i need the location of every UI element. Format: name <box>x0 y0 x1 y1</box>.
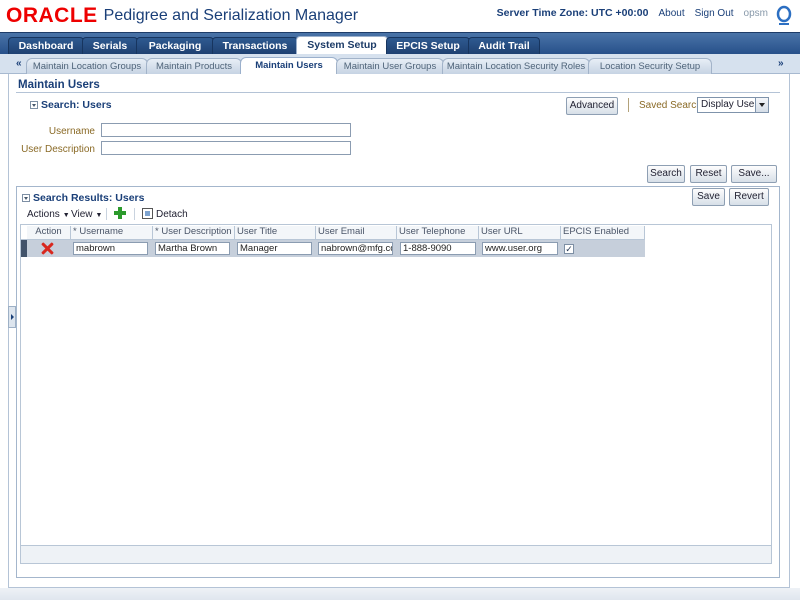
user-description-input[interactable] <box>101 141 351 155</box>
results-table <box>20 224 772 546</box>
add-plus-icon[interactable] <box>114 207 126 219</box>
divider <box>628 98 629 112</box>
search-button[interactable]: Search <box>647 165 685 183</box>
view-menu-label: View <box>71 209 93 220</box>
toolbar-divider <box>106 208 107 220</box>
results-header-label: Search Results: Users <box>33 192 145 204</box>
tab-system-setup[interactable]: System Setup <box>296 36 388 55</box>
advanced-button-label: Advanced <box>569 100 615 111</box>
disclosure-triangle-icon[interactable] <box>22 194 30 202</box>
subtab-maintain-location-security-roles[interactable]: Maintain Location Security Roles <box>442 58 590 74</box>
tab-serials[interactable]: Serials <box>82 37 138 55</box>
search-header-label: Search: Users <box>41 99 112 111</box>
user-description-label: User Description <box>21 144 95 155</box>
page-bottom <box>0 588 800 600</box>
chevron-down-icon: ▼ <box>62 212 70 219</box>
app-title: Pedigree and Serialization Manager <box>103 7 359 24</box>
expand-panel-handle[interactable] <box>8 306 16 328</box>
column-header-user-description[interactable]: * User Description <box>153 226 235 239</box>
oracle-o-icon <box>776 5 792 25</box>
username-cell-input[interactable] <box>73 242 148 255</box>
user-url-cell-input[interactable] <box>482 242 558 255</box>
username-label: Username <box>48 126 95 137</box>
actions-menu[interactable]: Actions ▼ <box>27 209 70 220</box>
main-tab-bar: Dashboard Serials Packaging Transactions… <box>0 32 800 55</box>
subtab-maintain-users[interactable]: Maintain Users <box>240 57 338 74</box>
user-email-cell-input[interactable] <box>318 242 393 255</box>
user-name: opsm <box>743 7 768 19</box>
column-header-epcis-enabled[interactable]: EPCIS Enabled <box>561 226 645 239</box>
about-link[interactable]: About <box>658 8 684 19</box>
column-header-username[interactable]: * Username <box>71 226 153 239</box>
epcis-enabled-checkbox[interactable]: ✓ <box>564 244 574 254</box>
search-header[interactable]: Search: Users <box>30 99 112 111</box>
subtab-maintain-location-groups[interactable]: Maintain Location Groups <box>26 58 148 74</box>
row-selector[interactable] <box>21 240 27 257</box>
page-title: Maintain Users <box>18 79 100 91</box>
column-header-user-title[interactable]: User Title <box>235 226 316 239</box>
oracle-logo: ORACLE Pedigree and Serialization Manage… <box>6 4 359 27</box>
delete-x-icon[interactable] <box>41 242 54 255</box>
save-button[interactable]: Save <box>692 188 725 206</box>
chevron-down-icon[interactable] <box>755 98 768 112</box>
results-header[interactable]: Search Results: Users <box>22 192 144 204</box>
saved-search-label: Saved Search <box>639 100 702 111</box>
revert-button[interactable]: Revert <box>729 188 769 206</box>
saved-search-value: Display Users <box>701 99 763 110</box>
tab-transactions[interactable]: Transactions <box>212 37 298 55</box>
tab-packaging[interactable]: Packaging <box>136 37 214 55</box>
tab-dashboard[interactable]: Dashboard <box>8 37 84 55</box>
column-header-user-url[interactable]: User URL <box>479 226 561 239</box>
server-time-zone: Server Time Zone: UTC +00:00 <box>496 7 649 19</box>
column-header-user-telephone[interactable]: User Telephone <box>397 226 479 239</box>
detach-icon[interactable] <box>142 208 153 219</box>
user-title-cell-input[interactable] <box>237 242 312 255</box>
save-search-button[interactable]: Save... <box>731 165 777 183</box>
view-menu[interactable]: View ▼ <box>71 209 102 220</box>
sign-out-link[interactable]: Sign Out <box>695 8 734 19</box>
tab-epcis-setup[interactable]: EPCIS Setup <box>386 37 470 55</box>
subtab-maintain-products[interactable]: Maintain Products <box>146 58 242 74</box>
column-header-action: Action <box>27 226 71 239</box>
saved-search-select[interactable]: Display Users <box>697 97 769 113</box>
tab-audit-trail[interactable]: Audit Trail <box>468 37 540 55</box>
reset-button[interactable]: Reset <box>690 165 727 183</box>
username-input[interactable] <box>101 123 351 137</box>
subtab-location-security-setup[interactable]: Location Security Setup <box>588 58 712 74</box>
table-footer <box>20 546 772 564</box>
user-telephone-cell-input[interactable] <box>400 242 476 255</box>
user-description-cell-input[interactable] <box>155 242 230 255</box>
scroll-left-icon[interactable]: « <box>16 58 22 69</box>
chevron-down-icon: ▼ <box>95 212 103 219</box>
advanced-button[interactable]: Advanced <box>566 97 618 115</box>
sub-tab-bar: « Maintain Location Groups Maintain Prod… <box>0 54 800 74</box>
detach-button[interactable]: Detach <box>156 209 188 220</box>
actions-menu-label: Actions <box>27 209 60 220</box>
disclosure-triangle-icon[interactable] <box>30 101 38 109</box>
oracle-logo-text: ORACLE <box>6 4 98 27</box>
title-divider <box>16 92 780 93</box>
scroll-right-icon[interactable]: » <box>778 58 784 69</box>
results-toolbar <box>19 206 775 224</box>
app-header: ORACLE Pedigree and Serialization Manage… <box>0 0 800 32</box>
toolbar-divider <box>134 208 135 220</box>
subtab-maintain-user-groups[interactable]: Maintain User Groups <box>336 58 444 74</box>
column-header-user-email[interactable]: User Email <box>316 226 397 239</box>
